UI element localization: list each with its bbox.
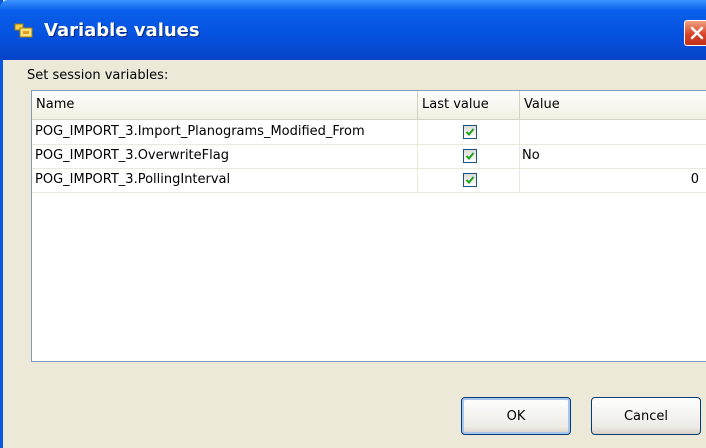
value-cell[interactable]: 0 <box>520 168 706 192</box>
table-header: Name Last value Value <box>32 91 706 120</box>
variables-table[interactable]: Name Last value Value POG_IMPORT_3.Impor… <box>31 90 706 362</box>
variable-values-dialog: Variable values Set session variables: N… <box>0 0 706 448</box>
cancel-button[interactable]: Cancel <box>591 397 701 435</box>
last-value-checkbox[interactable] <box>463 173 477 187</box>
section-label: Set session variables: <box>27 68 169 83</box>
column-header-last-value[interactable]: Last value <box>418 91 520 119</box>
variable-name-cell: POG_IMPORT_3.Import_Planograms_Modified_… <box>32 120 418 144</box>
checkmark-icon <box>465 176 475 184</box>
last-value-cell <box>418 168 520 192</box>
ok-button[interactable]: OK <box>461 397 571 435</box>
last-value-cell <box>418 120 520 144</box>
table-row[interactable]: POG_IMPORT_3.PollingInterval 0 <box>32 168 706 193</box>
value-cell[interactable]: No <box>520 144 706 168</box>
last-value-checkbox[interactable] <box>463 149 477 163</box>
table-row[interactable]: POG_IMPORT_3.OverwriteFlag No <box>32 144 706 169</box>
variables-icon <box>14 22 36 40</box>
checkmark-icon <box>465 128 475 136</box>
last-value-checkbox[interactable] <box>463 125 477 139</box>
column-header-name[interactable]: Name <box>32 91 418 119</box>
last-value-cell <box>418 144 520 168</box>
variable-name-cell: POG_IMPORT_3.PollingInterval <box>32 168 418 192</box>
close-icon <box>690 26 704 40</box>
close-button[interactable] <box>684 20 706 46</box>
value-cell[interactable] <box>520 120 706 144</box>
window-title: Variable values <box>44 20 200 41</box>
variable-name-cell: POG_IMPORT_3.OverwriteFlag <box>32 144 418 168</box>
table-row[interactable]: POG_IMPORT_3.Import_Planograms_Modified_… <box>32 120 706 145</box>
column-header-value[interactable]: Value <box>520 91 706 119</box>
checkmark-icon <box>465 152 475 160</box>
title-bar[interactable]: Variable values <box>0 0 706 60</box>
